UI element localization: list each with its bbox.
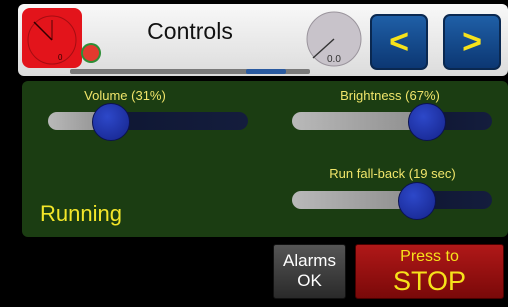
left-gauge-value: 0 bbox=[58, 53, 63, 62]
fallback-slider-thumb[interactable] bbox=[398, 182, 436, 220]
stop-hint: Press to bbox=[400, 248, 459, 265]
alarms-button[interactable]: Alarms OK bbox=[273, 244, 346, 299]
brightness-label: Brightness (67%) bbox=[340, 88, 440, 103]
next-button[interactable]: > bbox=[443, 14, 501, 70]
right-gauge: 0.0 bbox=[306, 11, 362, 67]
volume-label: Volume (31%) bbox=[84, 88, 166, 103]
status-text: Running bbox=[40, 201, 122, 226]
stop-label: STOP bbox=[392, 266, 467, 296]
page-indicator-thumb bbox=[246, 69, 286, 74]
previous-button[interactable]: < bbox=[370, 14, 428, 70]
right-gauge-value: 0.0 bbox=[327, 54, 341, 65]
volume-slider[interactable] bbox=[48, 112, 248, 130]
left-gauge: 0 bbox=[22, 8, 82, 68]
fallback-slider[interactable] bbox=[292, 191, 492, 209]
brightness-slider[interactable] bbox=[292, 112, 492, 130]
fallback-label: Run fall-back (19 sec) bbox=[329, 166, 456, 181]
status-led bbox=[83, 45, 99, 61]
page-title: Controls bbox=[147, 18, 233, 44]
alarms-label: Alarms bbox=[283, 251, 336, 270]
stop-button[interactable]: Press to STOP bbox=[355, 244, 504, 299]
volume-slider-thumb[interactable] bbox=[92, 103, 130, 141]
brightness-slider-thumb[interactable] bbox=[408, 103, 446, 141]
alarms-state: OK bbox=[297, 271, 322, 290]
